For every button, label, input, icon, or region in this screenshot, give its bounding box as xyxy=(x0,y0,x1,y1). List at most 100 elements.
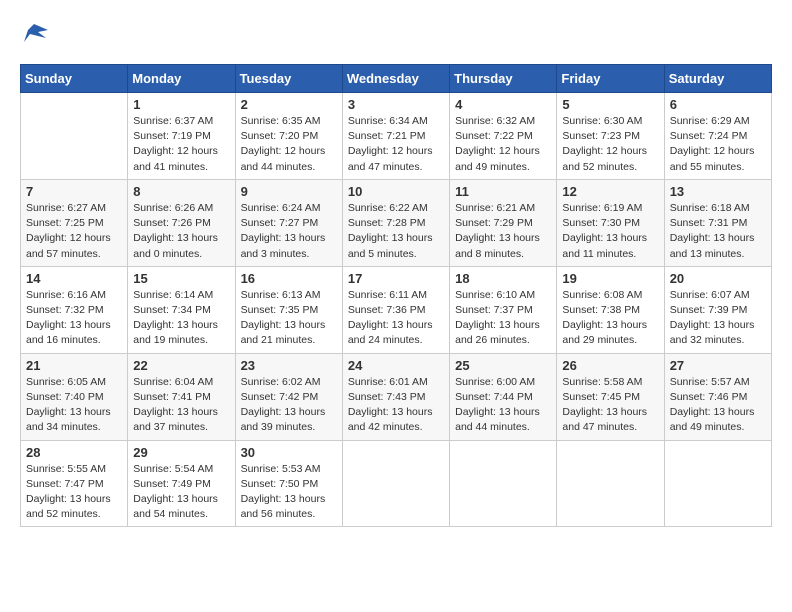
day-number: 10 xyxy=(348,184,444,199)
day-info: Sunrise: 6:14 AM Sunset: 7:34 PM Dayligh… xyxy=(133,288,229,349)
calendar-day-cell: 21Sunrise: 6:05 AM Sunset: 7:40 PM Dayli… xyxy=(21,353,128,440)
calendar-day-cell: 9Sunrise: 6:24 AM Sunset: 7:27 PM Daylig… xyxy=(235,179,342,266)
weekday-header: Wednesday xyxy=(342,65,449,93)
day-number: 3 xyxy=(348,97,444,112)
day-info: Sunrise: 6:35 AM Sunset: 7:20 PM Dayligh… xyxy=(241,114,337,175)
day-number: 4 xyxy=(455,97,551,112)
day-info: Sunrise: 6:30 AM Sunset: 7:23 PM Dayligh… xyxy=(562,114,658,175)
calendar-day-cell: 30 Sunrise: 5:53 AM Sunset: 7:50 PM Dayli… xyxy=(235,440,342,527)
day-number: 26 xyxy=(562,358,658,373)
day-info: Sunrise: 6:34 AM Sunset: 7:21 PM Dayligh… xyxy=(348,114,444,175)
day-info: Sunrise: 6:21 AM Sunset: 7:29 PM Dayligh… xyxy=(455,201,551,262)
weekday-header: Tuesday xyxy=(235,65,342,93)
calendar-week-row: 7 Sunrise: 6:27 AM Sunset: 7:25 PM Daylig… xyxy=(21,179,772,266)
day-number: 14 xyxy=(26,271,122,286)
calendar-day-cell: 7 Sunrise: 6:27 AM Sunset: 7:25 PM Daylig… xyxy=(21,179,128,266)
logo-bird-icon xyxy=(20,20,48,48)
calendar-day-cell: 4 Sunrise: 6:32 AM Sunset: 7:22 PM Daylig… xyxy=(450,93,557,180)
day-info: Sunrise: 6:02 AM Sunset: 7:42 PM Dayligh… xyxy=(241,375,337,436)
calendar-day-cell: 26 Sunrise: 5:58 AM Sunset: 7:45 PM Dayli… xyxy=(557,353,664,440)
page-header xyxy=(20,20,772,48)
calendar-day-cell: 3 Sunrise: 6:34 AM Sunset: 7:21 PM Daylig… xyxy=(342,93,449,180)
logo xyxy=(20,20,52,48)
calendar-day-cell: 27 Sunrise: 5:57 AM Sunset: 7:46 PM Dayli… xyxy=(664,353,771,440)
calendar-day-cell: 10 Sunrise: 6:22 AM Sunset: 7:28 PM Dayli… xyxy=(342,179,449,266)
calendar-header: SundayMondayTuesdayWednesdayThursdayFrid… xyxy=(21,65,772,93)
weekday-header: Saturday xyxy=(664,65,771,93)
calendar-day-cell: 14 Sunrise: 6:16 AM Sunset: 7:32 PM Dayli… xyxy=(21,266,128,353)
day-info: Sunrise: 6:08 AM Sunset: 7:38 PM Dayligh… xyxy=(562,288,658,349)
calendar-day-cell: 1 Sunrise: 6:37 AM Sunset: 7:19 PM Daylig… xyxy=(128,93,235,180)
day-info: Sunrise: 5:55 AM Sunset: 7:47 PM Dayligh… xyxy=(26,462,122,523)
calendar-day-cell: 5 Sunrise: 6:30 AM Sunset: 7:23 PM Daylig… xyxy=(557,93,664,180)
day-info: Sunrise: 6:13 AM Sunset: 7:35 PM Dayligh… xyxy=(241,288,337,349)
calendar-week-row: 1 Sunrise: 6:37 AM Sunset: 7:19 PM Daylig… xyxy=(21,93,772,180)
calendar-day-cell xyxy=(664,440,771,527)
day-info: Sunrise: 6:19 AM Sunset: 7:30 PM Dayligh… xyxy=(562,201,658,262)
calendar-day-cell: 16 Sunrise: 6:13 AM Sunset: 7:35 PM Dayli… xyxy=(235,266,342,353)
calendar-day-cell: 11 Sunrise: 6:21 AM Sunset: 7:29 PM Dayli… xyxy=(450,179,557,266)
calendar-day-cell: 23Sunrise: 6:02 AM Sunset: 7:42 PM Dayli… xyxy=(235,353,342,440)
calendar-day-cell: 29Sunrise: 5:54 AM Sunset: 7:49 PM Dayli… xyxy=(128,440,235,527)
calendar-day-cell xyxy=(557,440,664,527)
day-number: 24 xyxy=(348,358,444,373)
day-number: 15 xyxy=(133,271,229,286)
weekday-header: Sunday xyxy=(21,65,128,93)
day-info: Sunrise: 6:05 AM Sunset: 7:40 PM Dayligh… xyxy=(26,375,122,436)
day-info: Sunrise: 6:10 AM Sunset: 7:37 PM Dayligh… xyxy=(455,288,551,349)
calendar-day-cell: 18 Sunrise: 6:10 AM Sunset: 7:37 PM Dayli… xyxy=(450,266,557,353)
day-number: 2 xyxy=(241,97,337,112)
day-number: 29 xyxy=(133,445,229,460)
day-number: 13 xyxy=(670,184,766,199)
day-info: Sunrise: 6:26 AM Sunset: 7:26 PM Dayligh… xyxy=(133,201,229,262)
calendar-day-cell: 22Sunrise: 6:04 AM Sunset: 7:41 PM Dayli… xyxy=(128,353,235,440)
day-info: Sunrise: 6:32 AM Sunset: 7:22 PM Dayligh… xyxy=(455,114,551,175)
day-number: 8 xyxy=(133,184,229,199)
day-info: Sunrise: 6:22 AM Sunset: 7:28 PM Dayligh… xyxy=(348,201,444,262)
day-info: Sunrise: 6:07 AM Sunset: 7:39 PM Dayligh… xyxy=(670,288,766,349)
calendar-week-row: 21Sunrise: 6:05 AM Sunset: 7:40 PM Dayli… xyxy=(21,353,772,440)
day-info: Sunrise: 6:16 AM Sunset: 7:32 PM Dayligh… xyxy=(26,288,122,349)
calendar-week-row: 28 Sunrise: 5:55 AM Sunset: 7:47 PM Dayli… xyxy=(21,440,772,527)
day-info: Sunrise: 6:01 AM Sunset: 7:43 PM Dayligh… xyxy=(348,375,444,436)
day-info: Sunrise: 6:27 AM Sunset: 7:25 PM Dayligh… xyxy=(26,201,122,262)
calendar-day-cell: 13Sunrise: 6:18 AM Sunset: 7:31 PM Dayli… xyxy=(664,179,771,266)
calendar-table: SundayMondayTuesdayWednesdayThursdayFrid… xyxy=(20,64,772,527)
weekday-header: Friday xyxy=(557,65,664,93)
calendar-day-cell: 25Sunrise: 6:00 AM Sunset: 7:44 PM Dayli… xyxy=(450,353,557,440)
calendar-day-cell: 24 Sunrise: 6:01 AM Sunset: 7:43 PM Dayli… xyxy=(342,353,449,440)
calendar-day-cell xyxy=(21,93,128,180)
day-number: 7 xyxy=(26,184,122,199)
day-number: 27 xyxy=(670,358,766,373)
day-number: 1 xyxy=(133,97,229,112)
day-number: 25 xyxy=(455,358,551,373)
day-number: 16 xyxy=(241,271,337,286)
day-info: Sunrise: 6:04 AM Sunset: 7:41 PM Dayligh… xyxy=(133,375,229,436)
calendar-day-cell: 8 Sunrise: 6:26 AM Sunset: 7:26 PM Daylig… xyxy=(128,179,235,266)
day-info: Sunrise: 6:29 AM Sunset: 7:24 PM Dayligh… xyxy=(670,114,766,175)
calendar-day-cell xyxy=(450,440,557,527)
day-number: 28 xyxy=(26,445,122,460)
calendar-day-cell: 12Sunrise: 6:19 AM Sunset: 7:30 PM Dayli… xyxy=(557,179,664,266)
day-number: 6 xyxy=(670,97,766,112)
weekday-header: Monday xyxy=(128,65,235,93)
calendar-day-cell xyxy=(342,440,449,527)
day-number: 5 xyxy=(562,97,658,112)
calendar-day-cell: 6 Sunrise: 6:29 AM Sunset: 7:24 PM Daylig… xyxy=(664,93,771,180)
day-number: 17 xyxy=(348,271,444,286)
day-number: 11 xyxy=(455,184,551,199)
day-info: Sunrise: 5:53 AM Sunset: 7:50 PM Dayligh… xyxy=(241,462,337,523)
calendar-week-row: 14 Sunrise: 6:16 AM Sunset: 7:32 PM Dayli… xyxy=(21,266,772,353)
weekday-header: Thursday xyxy=(450,65,557,93)
day-info: Sunrise: 5:57 AM Sunset: 7:46 PM Dayligh… xyxy=(670,375,766,436)
day-info: Sunrise: 5:58 AM Sunset: 7:45 PM Dayligh… xyxy=(562,375,658,436)
day-number: 20 xyxy=(670,271,766,286)
day-number: 19 xyxy=(562,271,658,286)
day-info: Sunrise: 6:37 AM Sunset: 7:19 PM Dayligh… xyxy=(133,114,229,175)
calendar-day-cell: 28 Sunrise: 5:55 AM Sunset: 7:47 PM Dayli… xyxy=(21,440,128,527)
calendar-day-cell: 20 Sunrise: 6:07 AM Sunset: 7:39 PM Dayli… xyxy=(664,266,771,353)
day-number: 9 xyxy=(241,184,337,199)
day-number: 18 xyxy=(455,271,551,286)
calendar-day-cell: 2 Sunrise: 6:35 AM Sunset: 7:20 PM Daylig… xyxy=(235,93,342,180)
day-number: 30 xyxy=(241,445,337,460)
